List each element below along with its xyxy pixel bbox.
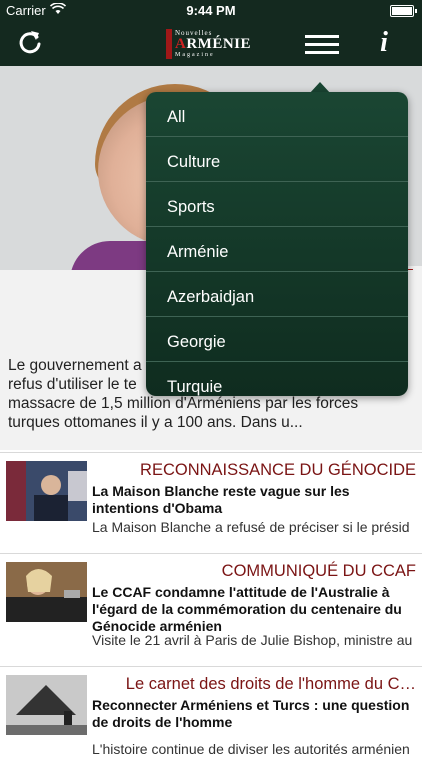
battery-icon bbox=[390, 5, 417, 17]
top-bar: Carrier 9:44 PM Nouvelles ARMÉNIE Magazi… bbox=[0, 0, 422, 66]
article-thumbnail bbox=[6, 562, 87, 622]
menu-item-culture[interactable]: Culture bbox=[146, 137, 408, 182]
article-category: Le carnet des droits de l'homme du C… bbox=[125, 675, 416, 693]
article-headline: Reconnecter Arméniens et Turcs : une que… bbox=[92, 697, 410, 730]
status-bar: Carrier 9:44 PM bbox=[0, 0, 422, 22]
menu-item-azerbaidjan[interactable]: Azerbaidjan bbox=[146, 272, 408, 317]
list-item[interactable]: Le carnet des droits de l'homme du C… Re… bbox=[0, 666, 422, 777]
menu-item-armenie[interactable]: Arménie bbox=[146, 227, 408, 272]
article-category: RECONNAISSANCE DU GÉNOCIDE bbox=[140, 461, 416, 479]
menu-icon[interactable] bbox=[305, 32, 339, 56]
logo-line3: Magazine bbox=[175, 52, 215, 58]
status-time: 9:44 PM bbox=[186, 3, 236, 18]
menu-item-turquie[interactable]: Turquie bbox=[146, 362, 408, 396]
article-snippet: L'histoire continue de diviser les autor… bbox=[92, 741, 410, 757]
article-headline: La Maison Blanche reste vague sur les in… bbox=[92, 483, 350, 516]
article-thumbnail bbox=[6, 675, 87, 735]
article-snippet: La Maison Blanche a refusé de préciser s… bbox=[92, 519, 410, 535]
logo-line2: ARMÉNIE bbox=[175, 36, 252, 52]
category-menu: All Culture Sports Arménie Azerbaidjan G… bbox=[146, 92, 408, 396]
app-logo: Nouvelles ARMÉNIE Magazine bbox=[166, 28, 258, 60]
article-thumbnail bbox=[6, 461, 87, 521]
nav-bar: Nouvelles ARMÉNIE Magazine i bbox=[0, 22, 422, 66]
info-icon[interactable]: i bbox=[374, 28, 394, 58]
menu-item-all[interactable]: All bbox=[146, 92, 408, 137]
article-list: RECONNAISSANCE DU GÉNOCIDE La Maison Bla… bbox=[0, 452, 422, 777]
article-snippet: Visite le 21 avril à Paris de Julie Bish… bbox=[92, 632, 413, 648]
menu-item-georgie[interactable]: Georgie bbox=[146, 317, 408, 362]
article-category: COMMUNIQUÉ DU CCAF bbox=[221, 562, 416, 580]
list-item[interactable]: RECONNAISSANCE DU GÉNOCIDE La Maison Bla… bbox=[0, 452, 422, 553]
menu-item-sports[interactable]: Sports bbox=[146, 182, 408, 227]
logo-bar bbox=[166, 29, 172, 59]
list-item[interactable]: COMMUNIQUÉ DU CCAF Le CCAF condamne l'at… bbox=[0, 553, 422, 666]
article-headline: Le CCAF condamne l'attitude de l'Austral… bbox=[92, 584, 402, 634]
refresh-icon[interactable] bbox=[16, 28, 44, 56]
